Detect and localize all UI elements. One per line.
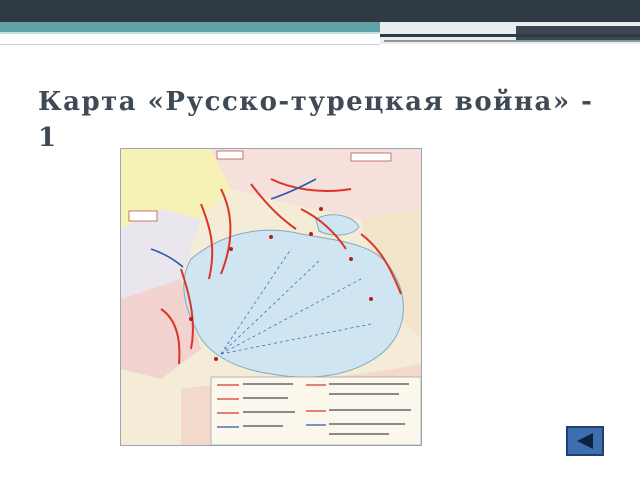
map-graphic xyxy=(121,149,421,445)
header-left-divider xyxy=(0,44,380,45)
header-right-dark-bar xyxy=(516,26,640,40)
header-right-line xyxy=(380,34,640,37)
header-right-thin-line xyxy=(384,40,640,42)
header-band xyxy=(0,0,640,22)
left-triangle-icon xyxy=(577,433,593,449)
back-button[interactable] xyxy=(566,426,604,456)
war-map-image xyxy=(120,148,422,446)
slide-title: Карта «Русско-турецкая война» - 1 xyxy=(38,87,594,153)
